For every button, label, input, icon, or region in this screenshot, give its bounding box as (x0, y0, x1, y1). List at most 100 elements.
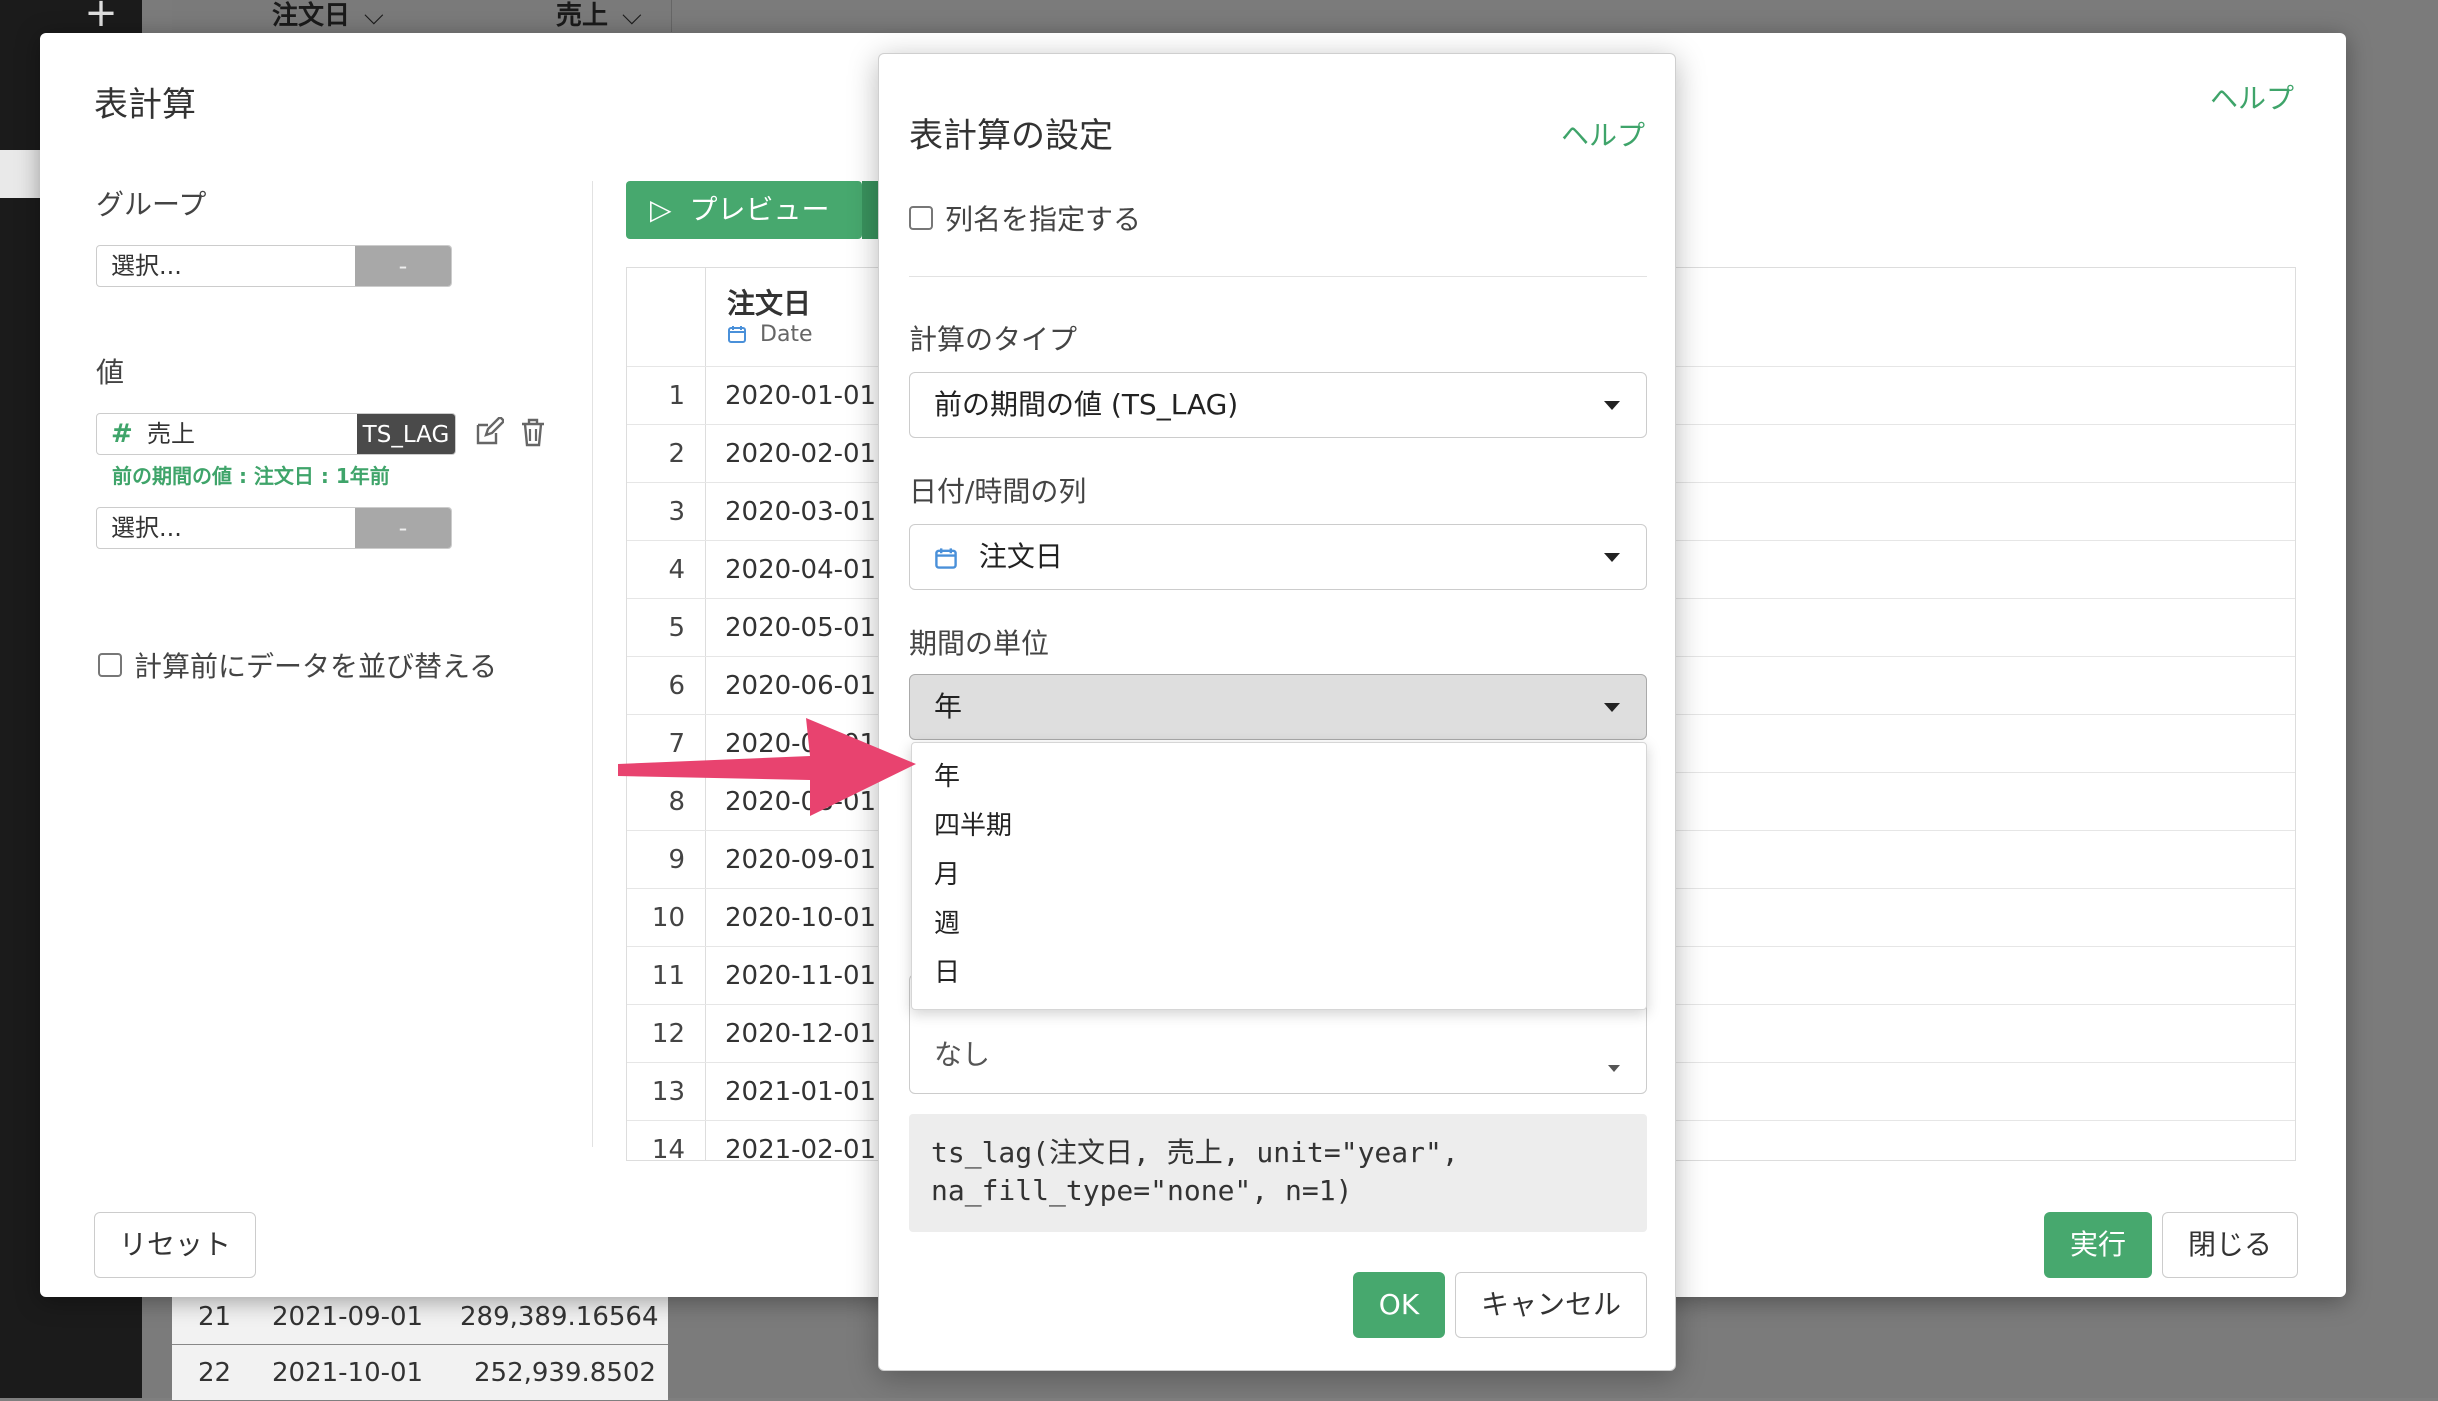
caret-down-icon (1608, 1065, 1620, 1072)
row-number: 22 (198, 1358, 232, 1388)
row-number: 13 (651, 1077, 685, 1107)
number-type-icon: # (111, 419, 133, 449)
group-select-placeholder: 選択... (111, 252, 182, 280)
value-item-name: 売上 (147, 420, 195, 448)
settings-help-link[interactable]: ヘルプ (1561, 114, 1645, 154)
trash-icon[interactable] (516, 417, 550, 451)
row-number: 5 (668, 613, 685, 643)
chevron-down-icon[interactable]: ⌵ (622, 1, 642, 31)
group-remove-button[interactable]: - (355, 246, 451, 286)
row-value: 2020-12-01 (725, 1019, 877, 1049)
row-value: 2020-03-01 (725, 497, 877, 527)
date-column-value: 注文日 (978, 540, 1063, 573)
reset-button[interactable]: リセット (94, 1212, 256, 1278)
sort-checkbox[interactable] (98, 653, 122, 677)
row-value: 2020-11-01 (725, 961, 877, 991)
specify-column-name[interactable]: 列名を指定する (909, 198, 1141, 238)
value-select-placeholder: 選択... (111, 514, 182, 542)
row-value: 252,939.8502 (474, 1358, 656, 1388)
preview-label: プレビュー (689, 193, 830, 226)
calendar-icon (934, 540, 967, 573)
date-column-value-wrap: 注文日 (934, 525, 1063, 589)
sort-checkbox-label: 計算前にデータを並び替える (134, 650, 498, 683)
column-header-order-date[interactable]: 注文日 ⌵ (272, 0, 384, 32)
menu-item-year[interactable]: 年 (912, 753, 1646, 802)
run-button[interactable]: 実行 (2044, 1212, 2152, 1278)
table-column-name: 注文日 (727, 287, 812, 320)
help-link[interactable]: ヘルプ (2210, 77, 2294, 117)
date-column-label: 日付/時間の列 (909, 475, 1087, 508)
value-remove-button[interactable]: - (355, 508, 451, 548)
sidebar-strip (0, 150, 40, 198)
annotation-arrow-icon (618, 718, 916, 816)
table-column-type: Date (727, 322, 813, 347)
settings-title: 表計算の設定 (909, 116, 1113, 156)
row-value: 2020-01-01 (725, 381, 877, 411)
calendar-icon (727, 322, 754, 347)
column-name-checkbox[interactable] (909, 206, 933, 230)
background-table-rows: 21 2021-09-01 289,389.16564 22 2021-10-0… (172, 1288, 668, 1400)
close-button[interactable]: 閉じる (2162, 1212, 2298, 1278)
value-label: 値 (96, 356, 125, 389)
column-label: 売上 (556, 1, 609, 31)
menu-item-quarter[interactable]: 四半期 (912, 802, 1646, 851)
date-column-dropdown[interactable]: 注文日 (909, 524, 1647, 590)
caret-down-icon (1604, 553, 1620, 562)
dialog-title: 表計算 (94, 85, 196, 125)
row-date: 2021-10-01 (272, 1358, 424, 1388)
calc-type-label: 計算のタイプ (909, 323, 1078, 356)
group-label: グループ (96, 188, 207, 221)
column-name-checkbox-label: 列名を指定する (945, 203, 1142, 236)
period-unit-label: 期間の単位 (909, 627, 1050, 660)
calc-type-dropdown[interactable]: 前の期間の値 (TS_LAG) (909, 372, 1647, 438)
period-unit-dropdown[interactable]: 年 (909, 674, 1647, 740)
edit-icon[interactable] (472, 415, 506, 451)
value-description: 前の期間の値 : 注文日 : 1年前 (112, 464, 390, 488)
row-number: 3 (668, 497, 685, 527)
menu-item-day[interactable]: 日 (912, 949, 1646, 998)
divider (592, 181, 593, 1147)
row-number: 11 (651, 961, 685, 991)
row-value: 2021-01-01 (725, 1077, 877, 1107)
caret-down-icon (1604, 401, 1620, 410)
sort-before-calc[interactable]: 計算前にデータを並び替える (98, 645, 497, 685)
formula-preview: ts_lag(注文日, 売上, unit="year", na_fill_typ… (909, 1114, 1647, 1232)
row-value: 2020-02-01 (725, 439, 877, 469)
preview-button[interactable]: ▷ プレビュー (626, 181, 862, 239)
value-item[interactable]: # 売上 TS_LAG (96, 413, 456, 455)
row-number: 10 (651, 903, 685, 933)
row-number: 14 (651, 1135, 685, 1161)
menu-item-month[interactable]: 月 (912, 851, 1646, 900)
value-select[interactable]: 選択... - (96, 507, 452, 549)
column-header-sales[interactable]: 売上 ⌵ (556, 0, 642, 32)
period-unit-value: 年 (934, 690, 963, 723)
row-value: 2020-10-01 (725, 903, 877, 933)
chevron-down-icon[interactable]: ⌵ (364, 1, 384, 31)
row-value: 2020-05-01 (725, 613, 877, 643)
play-icon: ▷ (650, 193, 672, 226)
fill-type-value: なし (934, 1038, 991, 1071)
cancel-button[interactable]: キャンセル (1455, 1272, 1647, 1338)
period-unit-menu: 年 四半期 月 週 日 (911, 742, 1647, 1010)
caret-down-icon (1604, 703, 1620, 712)
calc-type-value: 前の期間の値 (TS_LAG) (934, 388, 1239, 421)
row-number: 4 (668, 555, 685, 585)
menu-item-week[interactable]: 週 (912, 900, 1646, 949)
column-type-label: Date (760, 322, 813, 347)
row-number: 1 (668, 381, 685, 411)
group-select[interactable]: 選択... - (96, 245, 452, 287)
row-value: 2021-02-01 (725, 1135, 877, 1161)
settings-divider (909, 276, 1647, 277)
row-value: 289,389.16564 (460, 1302, 659, 1332)
row-number: 2 (668, 439, 685, 469)
calc-type-tag[interactable]: TS_LAG (357, 414, 455, 454)
add-icon[interactable]: + (78, 0, 124, 36)
table-calc-settings-dialog: 表計算の設定 ヘルプ 列名を指定する 計算のタイプ 前の期間の値 (TS_LAG… (878, 53, 1676, 1371)
row-date: 2021-09-01 (272, 1302, 424, 1332)
table-row: 22 2021-10-01 252,939.8502 (172, 1344, 668, 1400)
row-value: 2020-04-01 (725, 555, 877, 585)
column-label: 注文日 (272, 1, 351, 31)
row-number: 21 (198, 1302, 232, 1332)
row-number: 12 (651, 1019, 685, 1049)
ok-button[interactable]: OK (1353, 1272, 1445, 1338)
